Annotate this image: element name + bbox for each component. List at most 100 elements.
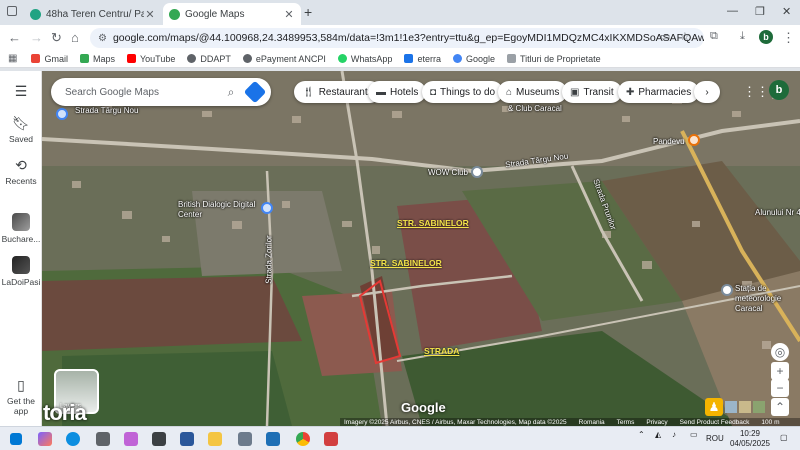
new-tab-icon[interactable]: +: [304, 4, 312, 20]
recents-button[interactable]: ⟲ Recents: [0, 157, 42, 186]
bookmark-star-icon[interactable]: ☆: [680, 30, 690, 43]
tab-google-maps[interactable]: Google Maps ✕: [163, 3, 301, 25]
place-label: Pandevu: [653, 137, 685, 146]
minimize-icon[interactable]: —: [727, 5, 738, 17]
copilot-icon[interactable]: [38, 432, 52, 446]
bookmark-titluri[interactable]: Titluri de Proprietate: [506, 54, 601, 64]
thumbnail[interactable]: [739, 401, 751, 413]
saved-button[interactable]: 🔖︎ Saved: [0, 115, 42, 144]
search-input[interactable]: Search Google Maps: [65, 87, 221, 98]
country-link[interactable]: Romania: [579, 419, 605, 426]
restore-icon[interactable]: ❐: [755, 5, 765, 18]
apps-grid-icon[interactable]: ▦: [8, 53, 17, 64]
maps-favicon-icon: [169, 8, 180, 20]
place-pin-icon[interactable]: [56, 108, 68, 120]
map-canvas[interactable]: [42, 71, 800, 426]
time-text: 10:29: [739, 429, 761, 438]
place-pin-icon[interactable]: [721, 284, 733, 296]
calculator-icon[interactable]: [266, 432, 280, 446]
file-explorer-icon[interactable]: [208, 432, 222, 446]
apps-grid-icon[interactable]: ⋮⋮: [743, 84, 769, 100]
bookmark-whatsapp[interactable]: WhatsApp: [337, 54, 392, 64]
language-indicator[interactable]: ROU: [706, 434, 724, 443]
download-icon[interactable]: ⤓: [740, 30, 745, 43]
youtube-icon: [126, 54, 136, 63]
forward-icon[interactable]: →: [30, 30, 43, 45]
reload-icon[interactable]: ↻: [51, 30, 62, 46]
pharmacy-icon: ✚: [626, 86, 635, 98]
place-label: WOW Club: [428, 168, 468, 177]
recent-place-bucharest[interactable]: Buchare...: [0, 213, 42, 244]
globe-icon: [242, 54, 252, 63]
battery-icon[interactable]: ▭: [690, 430, 698, 439]
bookmark-epayment[interactable]: ePayment ANCPI: [242, 54, 326, 64]
bookmark-ddapt[interactable]: DDAPT: [187, 54, 231, 64]
app-icon[interactable]: [152, 432, 166, 446]
account-avatar[interactable]: b: [769, 80, 789, 100]
thumbnail[interactable]: [725, 401, 737, 413]
bookmark-youtube[interactable]: YouTube: [126, 54, 175, 64]
chip-things-to-do[interactable]: ◘ Things to do: [422, 81, 504, 103]
train-icon: ▣: [570, 86, 580, 98]
place-pin-icon[interactable]: [688, 134, 700, 146]
place-pin-icon[interactable]: [261, 202, 273, 214]
notifications-icon[interactable]: ▢: [780, 433, 788, 442]
watermark-logo: toria: [43, 400, 87, 425]
edge-icon[interactable]: [66, 432, 80, 446]
clock[interactable]: 10:29 04/05/2025: [728, 429, 772, 449]
profile-avatar[interactable]: b: [759, 30, 773, 44]
menu-button[interactable]: ☰: [0, 83, 42, 102]
app-icon[interactable]: [238, 432, 252, 446]
app-icon[interactable]: [96, 432, 110, 446]
directions-icon[interactable]: [243, 80, 267, 104]
home-icon[interactable]: ⌂: [71, 30, 79, 45]
word-icon[interactable]: [180, 432, 194, 446]
chip-transit[interactable]: ▣ Transit: [562, 81, 622, 103]
bookmark-gmail[interactable]: Gmail: [31, 54, 68, 64]
feedback-link[interactable]: Send Product Feedback: [680, 419, 750, 426]
extensions-icon[interactable]: ⧉: [710, 30, 718, 43]
google-icon: [452, 54, 462, 63]
volume-icon[interactable]: ♪: [672, 430, 676, 439]
close-window-icon[interactable]: ✕: [782, 5, 791, 18]
back-icon[interactable]: ←: [8, 30, 21, 45]
windows-start-icon[interactable]: [10, 433, 22, 445]
site-settings-icon[interactable]: ⚙: [98, 33, 107, 44]
tray-chevron-icon[interactable]: ⌃: [638, 430, 645, 439]
eterra-icon: [404, 54, 414, 63]
app-icon[interactable]: [124, 432, 138, 446]
zoom-out-button[interactable]: −: [771, 379, 789, 397]
pegman-icon[interactable]: ♟: [705, 398, 723, 416]
close-tab-icon[interactable]: ✕: [283, 8, 295, 21]
gmail-icon: [31, 54, 41, 63]
chip-museums[interactable]: ⌂ Museums: [498, 81, 568, 103]
address-bar[interactable]: ⚙ google.com/maps/@44.100968,24.3489953,…: [90, 28, 704, 48]
bookmark-eterra[interactable]: eterra: [404, 54, 441, 64]
expand-icon[interactable]: ⌃: [771, 398, 789, 416]
my-location-icon[interactable]: ◎: [771, 343, 789, 361]
chip-hotels[interactable]: ▬ Hotels: [368, 81, 427, 103]
search-box[interactable]: Search Google Maps ⌕: [51, 78, 271, 106]
road-label: Strada Zorilor: [264, 235, 274, 284]
privacy-link[interactable]: Privacy: [646, 419, 667, 426]
search-icon[interactable]: ⌕: [221, 85, 241, 100]
zoom-in-button[interactable]: +: [771, 362, 789, 380]
tab-search-icon[interactable]: [7, 6, 17, 16]
tab-listing[interactable]: 48ha Teren Centru/ Parc Logisti ✕: [24, 3, 162, 25]
recent-place-ladoipasi[interactable]: LaDoiPasi: [0, 256, 42, 287]
thumbnail[interactable]: [753, 401, 765, 413]
imagery-thumbnails[interactable]: [725, 401, 765, 413]
terms-link[interactable]: Terms: [617, 419, 635, 426]
chips-next-button[interactable]: ›: [694, 81, 720, 103]
chrome-icon[interactable]: [296, 432, 310, 446]
close-tab-icon[interactable]: ✕: [144, 8, 156, 21]
bookmark-maps[interactable]: Maps: [79, 54, 115, 64]
app-icon[interactable]: [324, 432, 338, 446]
bookmark-google[interactable]: Google: [452, 54, 495, 64]
get-app-button[interactable]: ▯ Get the app: [0, 377, 42, 416]
place-pin-icon[interactable]: [471, 166, 483, 178]
network-icon[interactable]: ◭: [655, 430, 661, 439]
chip-pharmacies[interactable]: ✚ Pharmacies: [618, 81, 700, 103]
menu-kebab-icon[interactable]: ⋮: [782, 30, 795, 46]
cast-icon[interactable]: ▭: [660, 30, 670, 43]
